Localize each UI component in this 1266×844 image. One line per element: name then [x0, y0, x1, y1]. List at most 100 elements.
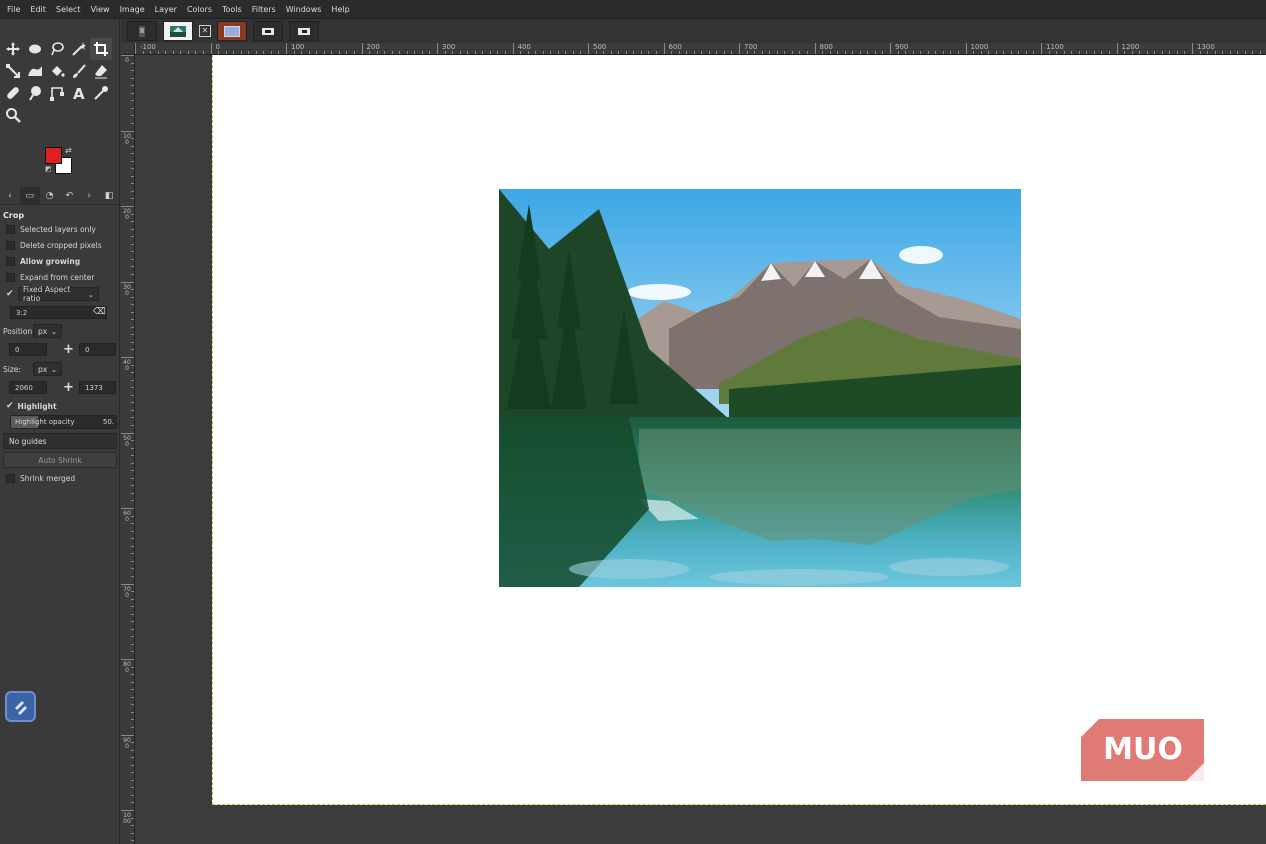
text-tool-icon[interactable]: A — [68, 82, 90, 104]
ruler-tick — [131, 485, 134, 487]
ruler-tick — [1146, 51, 1148, 54]
menu-help[interactable]: Help — [326, 0, 354, 19]
lasso-icon[interactable] — [46, 38, 68, 60]
chain-link-icon[interactable]: + — [63, 343, 74, 356]
size-width-input[interactable]: 2060 — [9, 381, 47, 394]
ruler-tick — [286, 43, 287, 54]
ruler-tick — [565, 51, 567, 54]
paintbrush-icon[interactable] — [68, 60, 90, 82]
allow-growing-checkbox[interactable]: Allow growing — [6, 257, 80, 266]
menu-image[interactable]: Image — [115, 0, 150, 19]
horizontal-ruler[interactable]: -100 0 100 200 300 400 500 600 700 800 900 1000 1100… — [135, 43, 1266, 55]
tool-options-tab-icon[interactable]: ▭ — [19, 186, 40, 205]
image-tab-2[interactable] — [163, 21, 193, 41]
guides-dropdown[interactable]: No guides — [3, 433, 117, 449]
menu-select[interactable]: Select — [51, 0, 86, 19]
ruler-tick — [131, 598, 134, 600]
device-status-tab-icon[interactable]: ◔ — [40, 187, 60, 205]
close-tab-icon[interactable]: ✕ — [199, 25, 211, 37]
scroll-right-icon[interactable]: › — [79, 187, 99, 205]
menu-view[interactable]: View — [86, 0, 115, 19]
ruler-tick — [121, 206, 134, 207]
image-tab-3[interactable] — [217, 21, 247, 41]
ruler-tick — [131, 568, 134, 570]
menu-edit[interactable]: Edit — [25, 0, 51, 19]
expand-from-center-checkbox[interactable]: Expand from center — [6, 273, 94, 282]
shrink-merged-checkbox[interactable]: Shrink merged — [6, 474, 75, 483]
ruler-tick — [131, 643, 134, 645]
ruler-tick — [625, 51, 627, 54]
position-unit-dropdown[interactable]: px ⌄ — [33, 324, 62, 338]
menu-filters[interactable]: Filters — [247, 0, 281, 19]
menu-colors[interactable]: Colors — [182, 0, 217, 19]
unified-transform-icon[interactable] — [2, 60, 24, 82]
delete-cropped-checkbox[interactable]: Delete cropped pixels — [6, 241, 102, 250]
menu-windows[interactable]: Windows — [281, 0, 327, 19]
checkmark-icon: ✔ — [6, 401, 14, 411]
image-tab-5[interactable] — [289, 21, 319, 41]
foreground-color-swatch[interactable] — [45, 147, 62, 164]
image-tab-1[interactable] — [127, 21, 157, 41]
fuzzy-select-icon[interactable] — [68, 38, 90, 60]
ruler-tick — [618, 51, 620, 54]
ruler-tick — [131, 62, 134, 64]
swap-colors-icon[interactable]: ⇄ — [65, 146, 72, 155]
bucket-fill-icon[interactable] — [46, 60, 68, 82]
auto-shrink-button[interactable]: Auto Shrink — [3, 452, 117, 468]
ruler-tick — [467, 51, 469, 54]
eraser-icon[interactable] — [90, 60, 112, 82]
ruler-tick — [708, 51, 710, 54]
ruler-tick — [640, 51, 642, 54]
menu-tools[interactable]: Tools — [217, 0, 247, 19]
reset-colors-icon[interactable]: ◩ — [45, 165, 52, 173]
undo-history-tab-icon[interactable]: ↶ — [59, 187, 79, 205]
paths-icon[interactable] — [46, 82, 68, 104]
ruler-tick-label: 500 — [593, 43, 607, 51]
ruler-tick — [131, 817, 134, 819]
ruler-tick-label: 700 — [744, 43, 758, 51]
clear-input-icon[interactable]: ⌫ — [93, 307, 106, 317]
move-tool-icon[interactable] — [2, 38, 24, 60]
menu-file[interactable]: File — [2, 0, 25, 19]
size-height-input[interactable]: 1373 — [79, 381, 116, 394]
image-canvas[interactable] — [212, 55, 1266, 805]
smudge-icon[interactable] — [24, 82, 46, 104]
position-x-input[interactable]: 0 — [9, 343, 47, 356]
selected-layers-only-checkbox[interactable]: Selected layers only — [6, 225, 96, 234]
image-tab-4[interactable] — [253, 21, 283, 41]
ruler-tick — [504, 51, 506, 54]
vertical-ruler[interactable]: 0 100 200 300 400 500 600 700 800 900 1000 — [121, 55, 135, 844]
ruler-tick — [338, 51, 340, 54]
chevron-down-icon: ⌄ — [87, 289, 94, 299]
chain-link-icon[interactable]: + — [63, 381, 74, 394]
ruler-tick — [995, 51, 997, 54]
highlight-checkbox[interactable]: ✔ Highlight — [6, 401, 57, 411]
scroll-left-icon[interactable]: ‹ — [0, 187, 20, 205]
ruler-tick — [131, 802, 134, 804]
ruler-tick — [131, 221, 134, 223]
app-badge-icon[interactable] — [5, 691, 36, 722]
position-y-input[interactable]: 0 — [79, 343, 116, 356]
heal-icon[interactable] — [2, 82, 24, 104]
zoom-icon[interactable] — [2, 104, 24, 126]
slider-value: 50. — [102, 418, 114, 426]
fixed-aspect-dropdown[interactable]: Fixed Aspect ratio ⌄ — [18, 285, 99, 303]
ruler-tick — [131, 70, 134, 72]
ruler-tick — [1259, 51, 1261, 54]
ruler-tick — [686, 51, 688, 54]
menu-layer[interactable]: Layer — [150, 0, 182, 19]
size-unit-dropdown[interactable]: px ⌄ — [33, 362, 62, 376]
ruler-tick — [150, 51, 152, 54]
ruler-corner-icon[interactable] — [121, 43, 135, 55]
ruler-tick — [527, 51, 529, 54]
warp-transform-icon[interactable] — [24, 60, 46, 82]
fixed-checkbox[interactable]: ✔ — [6, 289, 19, 299]
crop-tool-icon[interactable] — [90, 38, 112, 60]
dock-menu-icon[interactable]: ◧ — [99, 187, 119, 205]
ruler-tick — [135, 43, 136, 54]
ellipse-select-icon[interactable] — [24, 38, 46, 60]
ruler-tick — [520, 51, 522, 54]
ruler-tick — [131, 719, 134, 721]
highlight-opacity-slider[interactable]: Highlight opacity 50. — [10, 415, 117, 429]
color-picker-icon[interactable] — [90, 82, 112, 104]
